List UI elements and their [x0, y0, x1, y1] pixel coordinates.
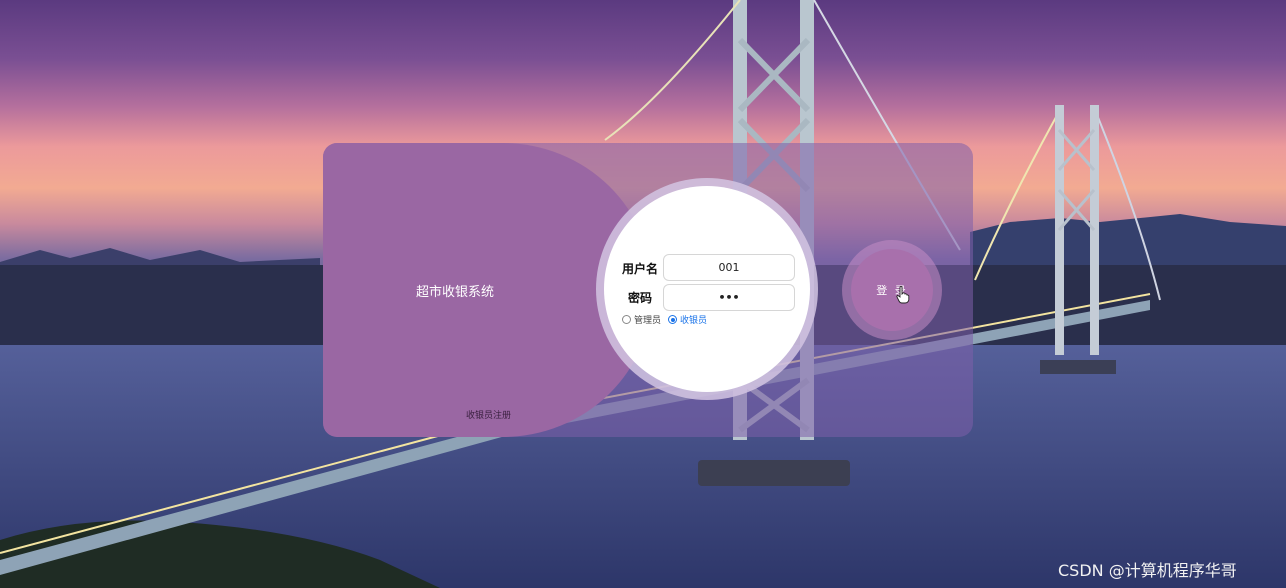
username-label: 用户名: [622, 262, 659, 276]
role-option-cashier[interactable]: 收银员: [668, 313, 707, 326]
role-option-admin[interactable]: 管理员: [622, 313, 661, 326]
cashier-radio-label: 收银员: [680, 316, 708, 326]
admin-radio-label: 管理员: [634, 316, 662, 326]
admin-radio[interactable]: [622, 315, 631, 324]
cashier-radio[interactable]: [668, 315, 677, 324]
username-input[interactable]: [663, 254, 795, 281]
csdn-watermark: CSDN @计算机程序华哥: [1058, 561, 1237, 580]
password-input[interactable]: [663, 284, 795, 311]
cashier-register-link[interactable]: 收银员注册: [466, 408, 511, 421]
login-button[interactable]: 登 录: [851, 249, 933, 331]
system-title: 超市收银系统: [416, 285, 495, 300]
password-label: 密码: [628, 291, 653, 305]
hand-pointer-icon: [896, 286, 910, 304]
